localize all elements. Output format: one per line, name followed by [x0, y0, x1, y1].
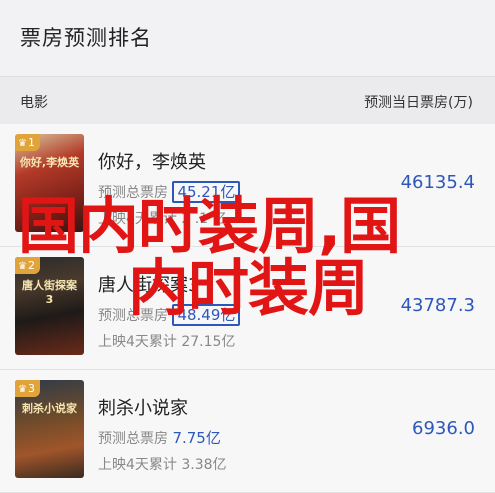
poster-title: 你好,李焕英 — [19, 156, 80, 169]
poster-title: 唐人街探案3 — [22, 279, 77, 306]
column-predicted-box-office[interactable]: 预测当日票房(万) — [364, 92, 473, 112]
movie-poster[interactable]: ♛3 刺杀小说家 — [15, 380, 84, 478]
predicted-daily-value: 46135.4 — [400, 172, 475, 193]
movie-name[interactable]: 刺杀小说家 — [98, 394, 188, 420]
page-title: 票房预测排名 — [20, 26, 152, 50]
movie-poster[interactable]: ♛2 唐人街探案3 — [15, 257, 84, 355]
cumulative-box-office: 上映4天累计 3.38亿 — [98, 457, 227, 473]
list-item[interactable]: ♛3 刺杀小说家 刺杀小说家 预测总票房 7.75亿 上映4天累计 3.38亿 … — [0, 370, 495, 493]
cumulative-box-office: 上映4天累计 27.15亿 — [98, 334, 236, 350]
predicted-total: 预测总票房 7.75亿 — [98, 427, 221, 448]
crown-icon: ♛ — [18, 138, 27, 149]
rank-badge: ♛3 — [15, 380, 40, 397]
predicted-total-label: 预测总票房 — [98, 431, 168, 447]
movie-name[interactable]: 你好，李焕英 — [98, 148, 206, 174]
poster-title: 刺杀小说家 — [22, 402, 77, 415]
column-movie: 电影 — [20, 95, 48, 111]
predicted-daily-value: 6936.0 — [412, 418, 475, 439]
predicted-daily-value: 43787.3 — [400, 295, 475, 316]
column-header: 电影 预测当日票房(万) — [0, 76, 495, 125]
crown-icon: ♛ — [18, 384, 27, 395]
top-bar: 票房预测排名 — [0, 0, 495, 76]
rank-badge: ♛1 — [15, 134, 40, 151]
predicted-total-value: 7.75亿 — [172, 429, 221, 447]
watermark-overlay-line2: 内时装周 — [128, 253, 369, 324]
